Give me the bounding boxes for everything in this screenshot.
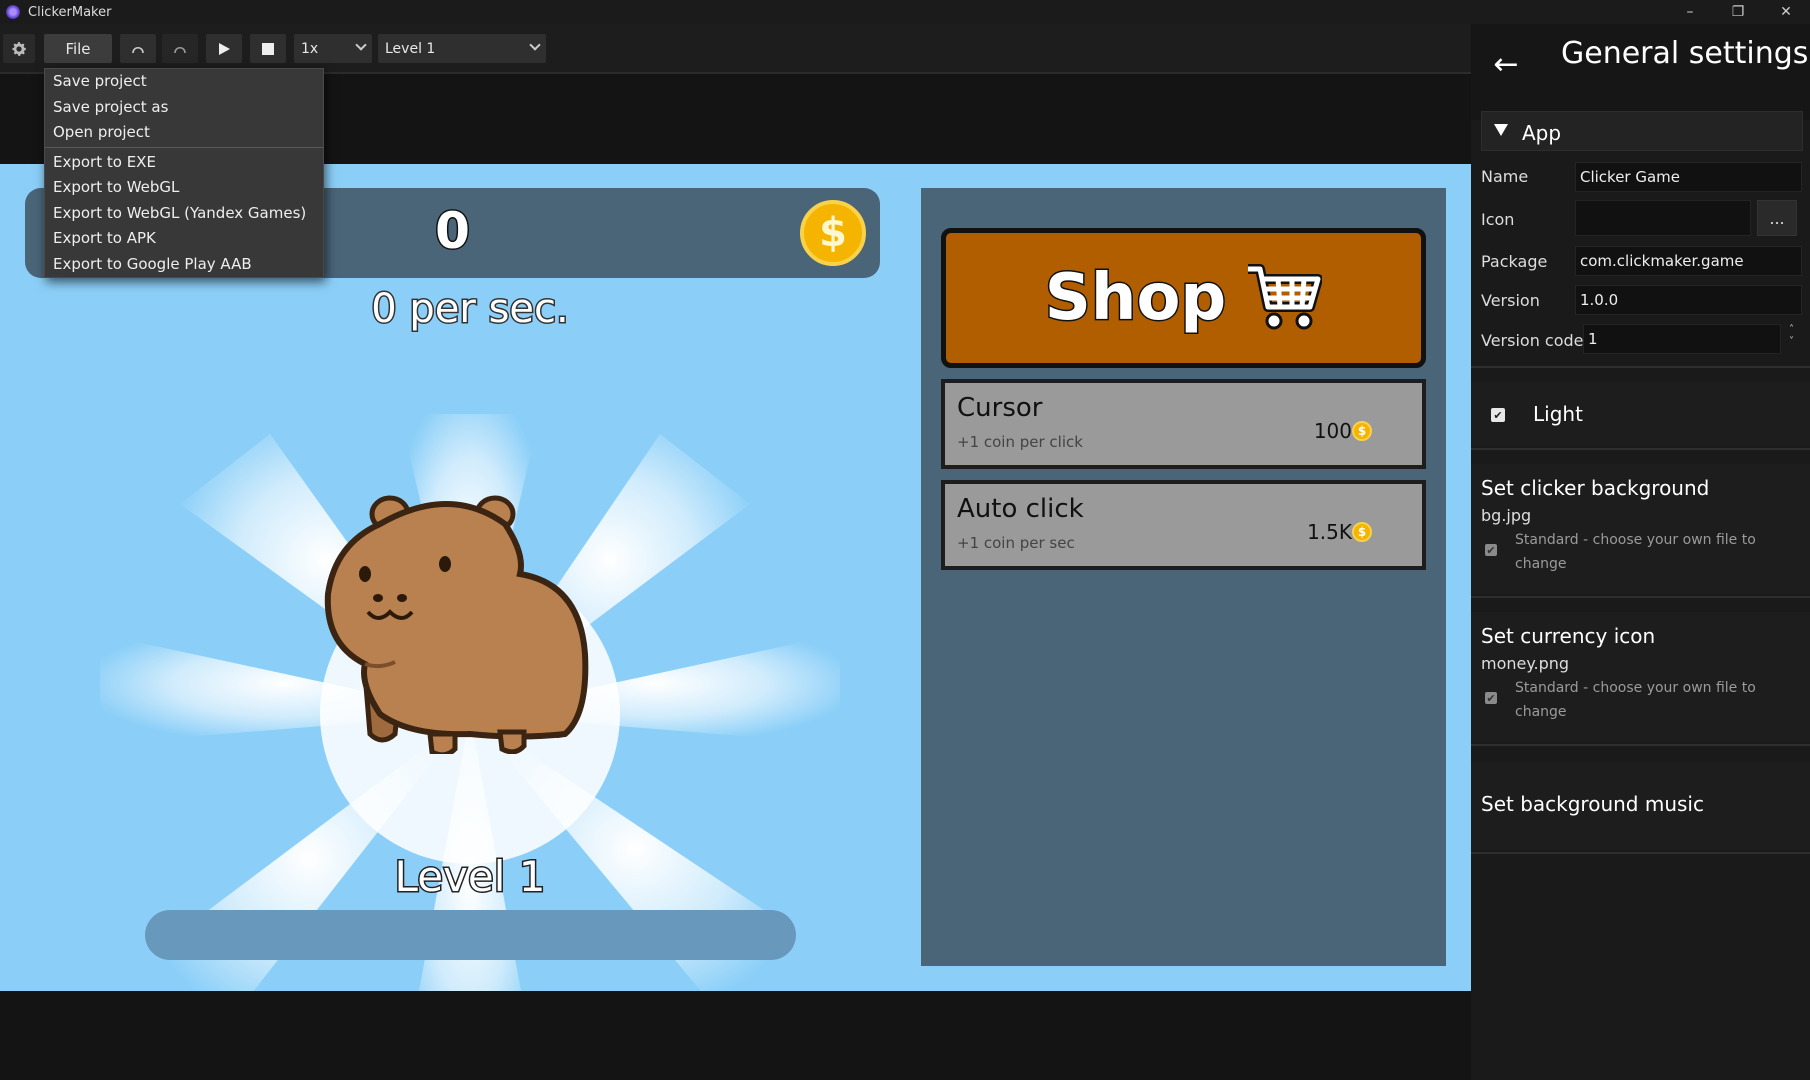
- currency-standard-checkbox[interactable]: ✔: [1485, 692, 1497, 705]
- window-controls: – ❐ ✕: [1666, 0, 1810, 24]
- icon-label: Icon: [1481, 210, 1515, 229]
- stop-icon: [262, 42, 274, 55]
- chevron-down-icon: [529, 39, 541, 51]
- menu-separator: [45, 147, 323, 148]
- undo-icon: [132, 46, 144, 53]
- shop-panel: Shop Cursor +1 coin per click 100 $ Auto…: [921, 188, 1446, 966]
- settings-title: General settings: [1561, 36, 1809, 71]
- play-icon: [219, 42, 230, 55]
- file-menu-button[interactable]: File: [44, 34, 112, 63]
- item-name: Auto click: [957, 494, 1084, 524]
- divider: [1471, 596, 1810, 598]
- item-price: 100: [1313, 419, 1352, 443]
- speed-value: 1x: [301, 40, 319, 57]
- menu-item-export-webgl-yandex[interactable]: Export to WebGL (Yandex Games): [53, 204, 306, 222]
- back-arrow-icon: ←: [1493, 46, 1519, 82]
- window-title: ClickerMaker: [28, 4, 112, 20]
- settings-button[interactable]: [3, 34, 35, 63]
- currency-icon-setting[interactable]: Set currency icon money.png ✔ Standard -…: [1471, 612, 1810, 742]
- name-label: Name: [1481, 167, 1529, 186]
- menu-item-save-project[interactable]: Save project: [53, 72, 147, 90]
- menu-item-export-webgl[interactable]: Export to WebGL: [53, 178, 179, 196]
- menu-item-export-apk[interactable]: Export to APK: [53, 229, 156, 247]
- item-description: +1 coin per sec: [957, 534, 1075, 552]
- coin-icon: $: [1352, 421, 1372, 441]
- cart-icon: [1248, 264, 1323, 330]
- level-progress-bar: [145, 910, 796, 960]
- background-music-setting[interactable]: Set background music: [1471, 762, 1810, 850]
- light-theme-row: ✔ Light: [1471, 382, 1810, 446]
- shop-item-auto-click[interactable]: Auto click +1 coin per sec 1.5K $: [941, 480, 1426, 570]
- name-field[interactable]: Clicker Game: [1575, 162, 1802, 192]
- item-description: +1 coin per click: [957, 433, 1083, 451]
- collapse-triangle-icon: [1494, 124, 1508, 136]
- section-app-header[interactable]: App: [1481, 111, 1803, 151]
- version-field[interactable]: 1.0.0: [1575, 285, 1802, 315]
- app-logo-icon: [6, 5, 20, 19]
- menu-item-save-project-as[interactable]: Save project as: [53, 98, 168, 116]
- menu-item-export-aab[interactable]: Export to Google Play AAB: [53, 255, 252, 273]
- divider: [1471, 448, 1810, 450]
- coin-icon: $: [800, 200, 866, 266]
- divider: [1471, 852, 1810, 854]
- settings-header: ← General settings: [1471, 24, 1810, 120]
- play-button[interactable]: [206, 34, 242, 63]
- back-button[interactable]: ←: [1481, 34, 1531, 94]
- shop-label: Shop: [1043, 260, 1227, 337]
- currency-file: money.png: [1481, 654, 1570, 673]
- background-setting[interactable]: Set clicker background bg.jpg ✔ Standard…: [1471, 464, 1810, 594]
- stop-button[interactable]: [250, 34, 286, 63]
- music-title: Set background music: [1481, 792, 1704, 816]
- version-code-label: Version code: [1481, 331, 1584, 350]
- icon-browse-button[interactable]: ...: [1757, 200, 1797, 236]
- shop-button[interactable]: Shop: [941, 228, 1426, 368]
- icon-field[interactable]: [1575, 200, 1751, 236]
- item-price: 1.5K: [1307, 520, 1352, 544]
- title-bar: ClickerMaker – ❐ ✕: [0, 0, 1810, 24]
- level-select[interactable]: Level 1: [378, 34, 546, 63]
- currency-title: Set currency icon: [1481, 624, 1656, 648]
- stepper-arrows-icon[interactable]: ˄ ˅: [1789, 324, 1794, 348]
- coins-per-second: 0 per sec.: [370, 285, 570, 334]
- restore-button[interactable]: ❐: [1714, 0, 1762, 24]
- coin-symbol: $: [819, 210, 847, 256]
- redo-icon: [174, 46, 186, 53]
- divider: [1471, 744, 1810, 746]
- package-label: Package: [1481, 252, 1548, 271]
- settings-panel: ← General settings App Name Clicker Game…: [1471, 24, 1810, 1080]
- package-field[interactable]: com.clickmaker.game: [1575, 246, 1802, 276]
- redo-button[interactable]: [162, 34, 198, 63]
- light-checkbox[interactable]: ✔: [1491, 408, 1505, 422]
- background-title: Set clicker background: [1481, 476, 1710, 500]
- level-value: Level 1: [385, 40, 436, 57]
- menu-item-open-project[interactable]: Open project: [53, 123, 150, 141]
- capybara-clicker-image[interactable]: [320, 484, 620, 754]
- background-note: Standard - choose your own file to chang…: [1515, 532, 1756, 572]
- gear-icon: [12, 41, 27, 56]
- section-label: App: [1522, 121, 1562, 145]
- background-standard-checkbox[interactable]: ✔: [1485, 544, 1497, 557]
- chevron-down-icon: [355, 39, 367, 51]
- currency-note: Standard - choose your own file to chang…: [1515, 680, 1756, 720]
- speed-select[interactable]: 1x: [294, 34, 372, 63]
- level-label: Level 1: [393, 851, 547, 903]
- app-window: ClickerMaker – ❐ ✕ File 1x Level 1 0 $ 0…: [0, 0, 1810, 1080]
- shop-item-cursor[interactable]: Cursor +1 coin per click 100 $: [941, 379, 1426, 469]
- light-label: Light: [1533, 402, 1583, 426]
- file-menu: Save project Save project as Open projec…: [44, 68, 324, 278]
- background-file: bg.jpg: [1481, 506, 1532, 525]
- undo-button[interactable]: [120, 34, 156, 63]
- item-name: Cursor: [957, 393, 1043, 423]
- close-button[interactable]: ✕: [1762, 0, 1810, 24]
- game-preview[interactable]: 0 $ 0 per sec. Level 1 Shop Cursor +1 co…: [0, 164, 1471, 991]
- divider: [1471, 366, 1810, 368]
- coin-icon: $: [1352, 522, 1372, 542]
- minimize-button[interactable]: –: [1666, 0, 1714, 24]
- version-code-stepper[interactable]: 1: [1583, 324, 1781, 354]
- version-label: Version: [1481, 291, 1540, 310]
- toolbar: File 1x Level 1: [0, 24, 1471, 74]
- menu-item-export-exe[interactable]: Export to EXE: [53, 153, 156, 171]
